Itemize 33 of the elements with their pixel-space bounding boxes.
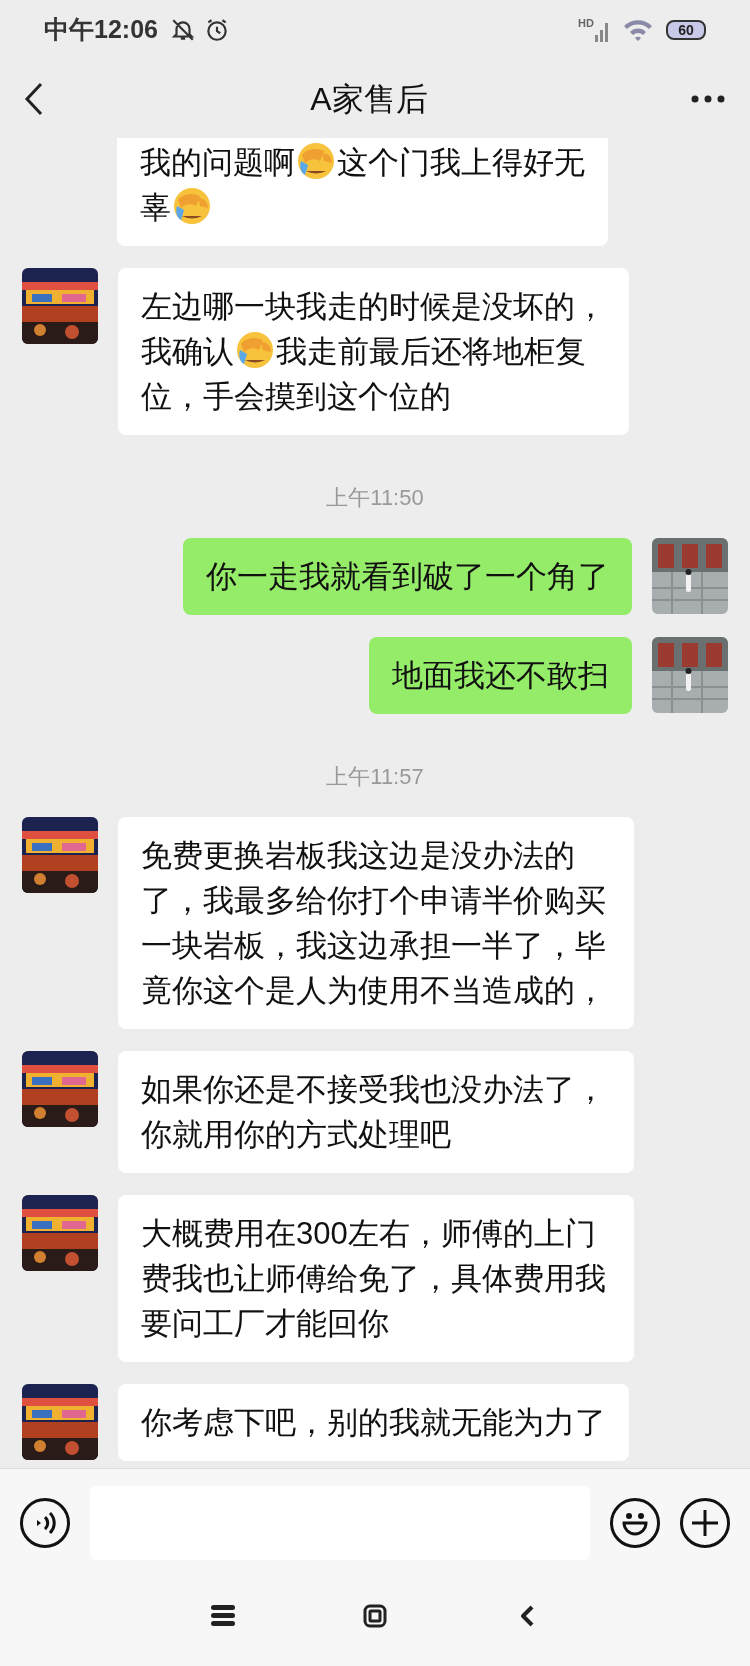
plus-icon (691, 1508, 719, 1537)
message-text: 位，手会摸到这个位的 (141, 379, 451, 414)
message-text: 我走前最后还将地柜复 (276, 334, 586, 369)
add-button[interactable] (680, 1497, 730, 1548)
message-text: 免费更换岩板我这边是没办法的了，我最多给你打个申请半价购买一块岩板，我这边承担一半了，毕竟你这个是人为使用不当造成的， (141, 838, 606, 1008)
wifi-icon (622, 17, 654, 43)
chat-title: A家售后 (310, 80, 428, 119)
message-text: 如果你还是不接受我也没办法了，你就用你的方式处理吧 (141, 1072, 606, 1152)
message-text: 地面我还不敢扫 (392, 658, 609, 693)
message-text: 我的问题啊 (140, 145, 295, 180)
message-text: 我确认 (141, 334, 234, 369)
status-time: 中午12:06 (44, 14, 158, 46)
menu-icon (211, 1605, 235, 1627)
message-text: 你一走我就看到破了一个角了 (206, 559, 609, 594)
message-text: 大概费用在300左右，师傅的上门费我也让师傅给免了，具体费用我要问工厂才能回你 (141, 1216, 606, 1341)
timestamp: 上午11:57 (326, 763, 424, 791)
more-icon (691, 95, 725, 103)
crying-face-icon (296, 141, 336, 181)
back-icon (24, 82, 44, 116)
message-text: 你考虑下吧，别的我就无能为力了 (141, 1405, 606, 1440)
crying-face-icon (172, 186, 212, 226)
timestamp: 上午11:50 (326, 484, 424, 512)
back-icon (519, 1604, 535, 1628)
bell-off-icon (169, 17, 196, 43)
battery-level: 60 (678, 23, 694, 37)
emoji-button[interactable] (610, 1497, 660, 1548)
home-icon (363, 1604, 387, 1628)
crying-face-icon (235, 330, 275, 370)
voice-button[interactable] (20, 1497, 70, 1548)
message-text: 左边哪一块我走的时候是没坏的， (141, 289, 606, 324)
network-type: HD (578, 17, 594, 29)
message-text: 这个门我上得好无 (337, 145, 585, 180)
message-text: 辜 (140, 190, 171, 225)
